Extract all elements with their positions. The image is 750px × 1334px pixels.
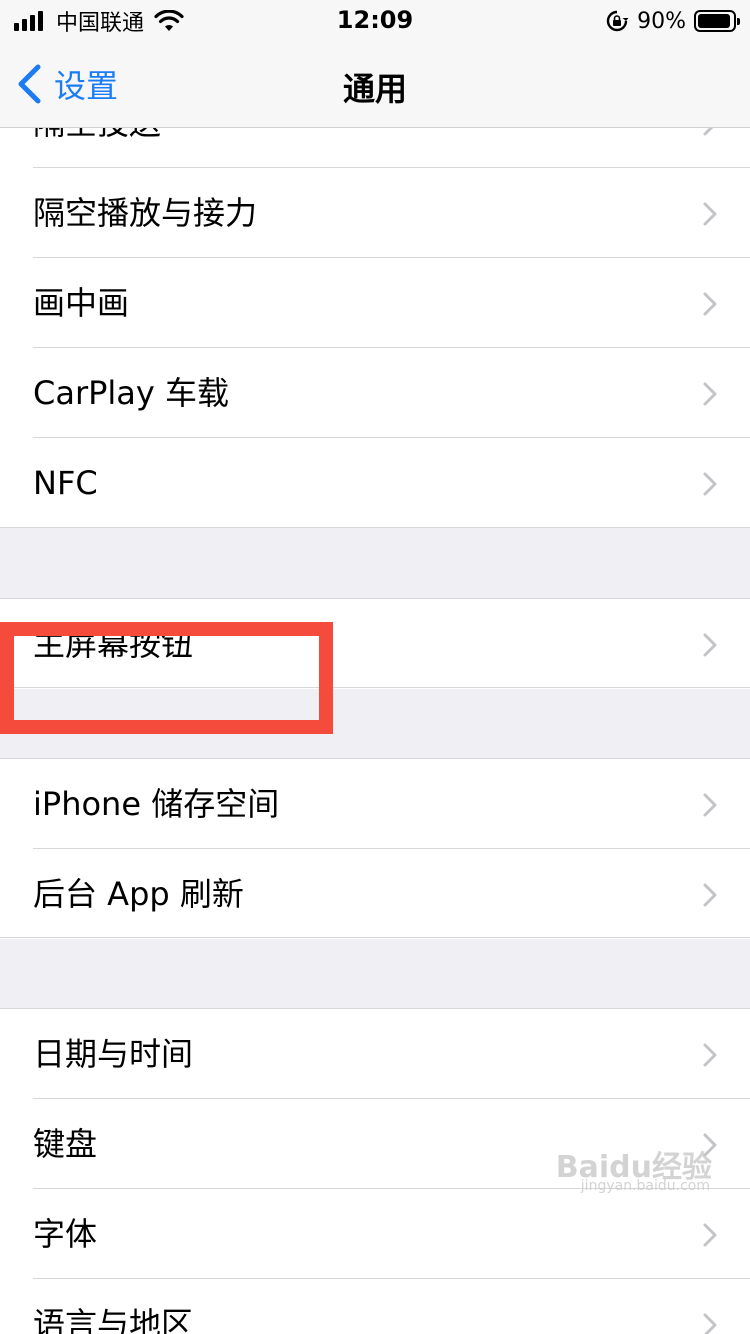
list-item-airdrop[interactable]: 隔空投送 [0,128,750,168]
list-item-picture-in-picture[interactable]: 画中画 [0,258,750,348]
rotation-lock-icon [606,10,629,32]
list-item-date-time[interactable]: 日期与时间 [0,1009,750,1099]
list-item-carplay[interactable]: CarPlay 车载 [0,348,750,438]
chevron-right-icon [703,1223,717,1247]
list-item-fonts[interactable]: 字体 [0,1189,750,1279]
chevron-right-icon [703,128,714,136]
chevron-right-icon [703,883,717,907]
list-item-label: 隔空投送 [33,128,161,168]
battery-fill [698,14,730,28]
list-item-airplay-handoff[interactable]: 隔空播放与接力 [0,168,750,258]
list-item-label: 语言与地区 [33,1305,194,1334]
chevron-right-icon [703,633,717,657]
status-right: 90% [605,6,740,36]
list-item-language-region[interactable]: 语言与地区 [0,1279,750,1334]
list-item-label: CarPlay 车载 [33,374,230,412]
list-item-nfc[interactable]: NFC [0,438,750,528]
watermark-url: jingyan.baidu.com [580,1178,710,1194]
chevron-right-icon [703,292,717,316]
chevron-right-icon [703,1043,717,1067]
list-item-label: NFC [33,464,98,502]
list-item-label: 键盘 [33,1125,98,1163]
group-divider [0,937,750,938]
chevron-right-icon [703,202,717,226]
page-title: 通用 [342,70,407,108]
battery-nub [737,18,740,25]
list-item-label: 主屏幕按钮 [33,625,194,663]
chevron-right-icon [703,472,717,496]
battery-percent: 90% [637,8,686,34]
chevron-right-icon [703,382,717,406]
list-item-label: 画中画 [33,284,130,322]
list-item-label: 后台 App 刷新 [33,875,244,913]
battery-icon [694,10,740,32]
list-item-home-button[interactable]: 主屏幕按钮 [0,599,750,689]
chevron-right-icon [703,793,717,817]
list-item-label: 隔空播放与接力 [33,194,258,232]
group-divider [0,527,750,528]
navigation-bar: 设置 通用 [0,40,750,128]
status-bar: 中国联通 12:09 90% [0,0,750,40]
group-divider [0,687,750,688]
list-item-background-app-refresh[interactable]: 后台 App 刷新 [0,849,750,939]
list-item-label: 日期与时间 [33,1035,194,1073]
chevron-right-icon [703,1313,717,1334]
list-item-label: 字体 [33,1215,98,1253]
list-item-iphone-storage[interactable]: iPhone 储存空间 [0,759,750,849]
list-item-label: iPhone 储存空间 [33,785,280,823]
